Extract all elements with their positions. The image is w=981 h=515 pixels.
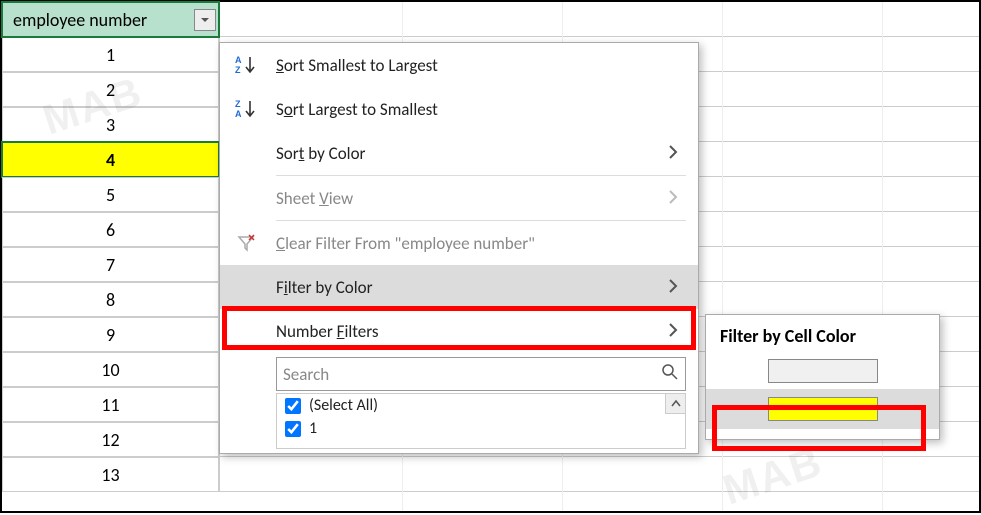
chevron-right-icon [664,277,682,298]
chevron-right-icon [664,321,682,342]
menu-sort-by-color[interactable]: Sort by Color [220,131,698,175]
svg-text:A: A [235,55,242,65]
filter-check-select-all[interactable]: (Select All) [277,394,685,417]
data-cell[interactable]: 11 [2,387,219,422]
search-placeholder: Search [283,364,329,385]
submenu-title: Filter by Cell Color [706,315,939,353]
menu-sort-asc[interactable]: A Z Sort Smallest to Largest [220,43,698,87]
menu-label: Clear Filter From "employee number" [276,233,682,254]
menu-label: Sort by Color [276,143,648,164]
menu-number-filters[interactable]: Number Filters [220,309,698,353]
svg-text:Z: Z [235,65,241,75]
chevron-right-icon [664,143,682,164]
svg-text:A: A [235,109,242,119]
search-icon [661,363,679,386]
menu-label: Sort Largest to Smallest [276,99,682,120]
color-swatch-nofill [768,359,878,383]
menu-clear-filter: Clear Filter From "employee number" [220,221,698,265]
data-cell-highlighted[interactable]: 4 [2,142,219,177]
data-cell[interactable]: 7 [2,247,219,282]
data-cell[interactable]: 3 [2,107,219,142]
menu-filter-by-color[interactable]: Filter by Color [220,265,698,309]
sort-desc-icon: Z A [232,98,260,120]
filter-value-list[interactable]: (Select All) 1 [276,393,686,449]
menu-label: Sheet View [276,188,648,209]
column-header-label: employee number [13,9,147,31]
data-cell[interactable]: 1 [2,37,219,72]
data-cell[interactable]: 9 [2,317,219,352]
menu-sort-desc[interactable]: Z A Sort Largest to Smallest [220,87,698,131]
menu-label: Sort Smallest to Largest [276,55,682,76]
checkbox[interactable] [285,398,301,414]
data-cell[interactable]: 6 [2,212,219,247]
filter-dropdown-button[interactable] [194,9,216,31]
menu-sheet-view: Sheet View [220,176,698,220]
data-cell[interactable]: 12 [2,422,219,457]
menu-label: Number Filters [276,321,648,342]
chevron-right-icon [664,188,682,209]
clear-filter-icon [232,233,260,253]
checkbox[interactable] [285,421,301,437]
svg-text:Z: Z [235,99,241,109]
check-label: 1 [309,419,317,438]
data-cell[interactable]: 13 [2,457,219,492]
color-option-nofill[interactable] [706,353,939,389]
data-cell[interactable]: 5 [2,177,219,212]
scroll-up-button[interactable] [665,394,685,414]
filter-menu: A Z Sort Smallest to Largest Z A Sort La… [219,42,699,454]
column-header-a[interactable]: employee number [2,2,219,37]
filter-by-color-submenu: Filter by Cell Color [705,314,940,440]
color-option-yellow[interactable] [706,389,939,429]
data-cell[interactable]: 10 [2,352,219,387]
data-cell[interactable]: 2 [2,72,219,107]
color-swatch-yellow [768,397,878,421]
check-label: (Select All) [309,396,378,415]
filter-search-input[interactable]: Search [276,357,686,391]
menu-label: Filter by Color [276,277,648,298]
filter-check-item[interactable]: 1 [277,417,685,440]
sort-asc-icon: A Z [232,54,260,76]
data-cell[interactable]: 8 [2,282,219,317]
